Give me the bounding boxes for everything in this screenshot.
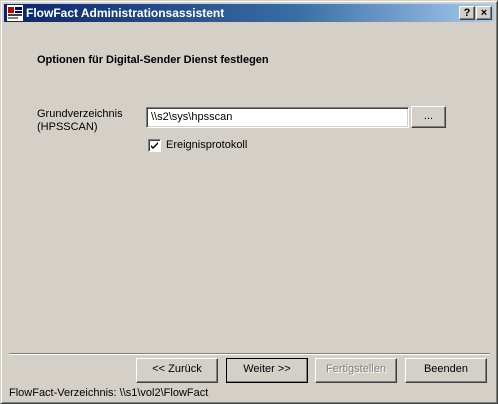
next-button[interactable]: Weiter >> [226,358,308,383]
event-log-label[interactable]: Ereignisprotokoll [166,139,247,151]
title-bar[interactable]: FlowFact Administrationsassistent ? × [4,4,494,22]
directory-label: Grundverzeichnis (HPSSCAN) [37,108,123,134]
back-button[interactable]: << Zurück [136,358,218,383]
directory-label-line2: (HPSSCAN) [37,121,98,133]
footer-separator [9,353,490,355]
directory-input[interactable]: \\s2\sys\hpsscan [146,107,409,128]
close-button[interactable]: × [476,6,492,20]
quit-button[interactable]: Beenden [405,358,487,383]
browse-button[interactable]: ... [411,106,446,128]
flowfact-directory-status: FlowFact-Verzeichnis: \\s1\vol2\FlowFact [9,387,209,399]
help-button[interactable]: ? [459,6,475,20]
page-heading: Optionen für Digital-Sender Dienst festl… [37,54,269,66]
checkmark-icon [151,142,158,149]
finish-button[interactable]: Fertigstellen [315,358,397,383]
event-log-checkbox[interactable] [148,139,161,152]
directory-label-line1: Grundverzeichnis [37,108,123,120]
wizard-window: FlowFact Administrationsassistent ? × Op… [0,0,498,404]
flowfact-app-icon[interactable] [7,5,23,21]
window-title: FlowFact Administrationsassistent [26,6,225,20]
